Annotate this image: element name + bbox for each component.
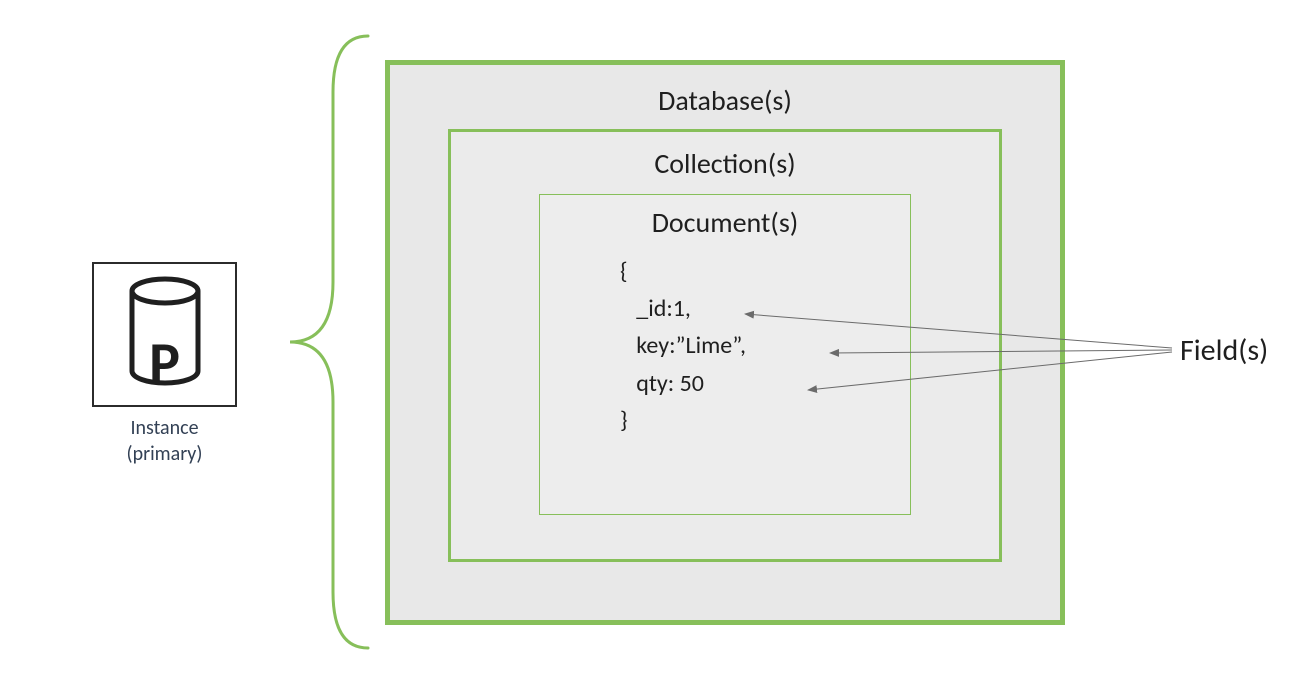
doc-field-key: key:”Lime”, — [620, 331, 746, 360]
instance-box: P — [92, 262, 237, 407]
collection-label: Collection(s) — [451, 132, 999, 181]
doc-field-id: _id:1, — [620, 294, 691, 323]
instance-label-line2: (primary) — [127, 442, 203, 466]
database-box: Database(s) Collection(s) Document(s) { … — [385, 60, 1065, 625]
document-label: Document(s) — [540, 195, 910, 240]
instance-label-line1: Instance — [130, 416, 198, 440]
instance-label: Instance (primary) — [92, 415, 237, 467]
doc-field-qty: qty: 50 — [620, 369, 704, 398]
doc-open-brace: { — [620, 257, 628, 286]
document-box: Document(s) { _id:1, key:”Lime”, qty: 50… — [539, 194, 911, 515]
curly-brace-icon — [278, 32, 373, 652]
fields-label: Field(s) — [1180, 332, 1268, 369]
collection-box: Collection(s) Document(s) { _id:1, key:”… — [448, 129, 1002, 562]
instance-letter: P — [149, 334, 180, 392]
diagram-canvas: P Instance (primary) Database(s) Collect… — [0, 0, 1306, 692]
database-label: Database(s) — [390, 65, 1060, 118]
document-content: { _id:1, key:”Lime”, qty: 50 } — [620, 253, 746, 439]
doc-close-brace: } — [620, 406, 628, 435]
